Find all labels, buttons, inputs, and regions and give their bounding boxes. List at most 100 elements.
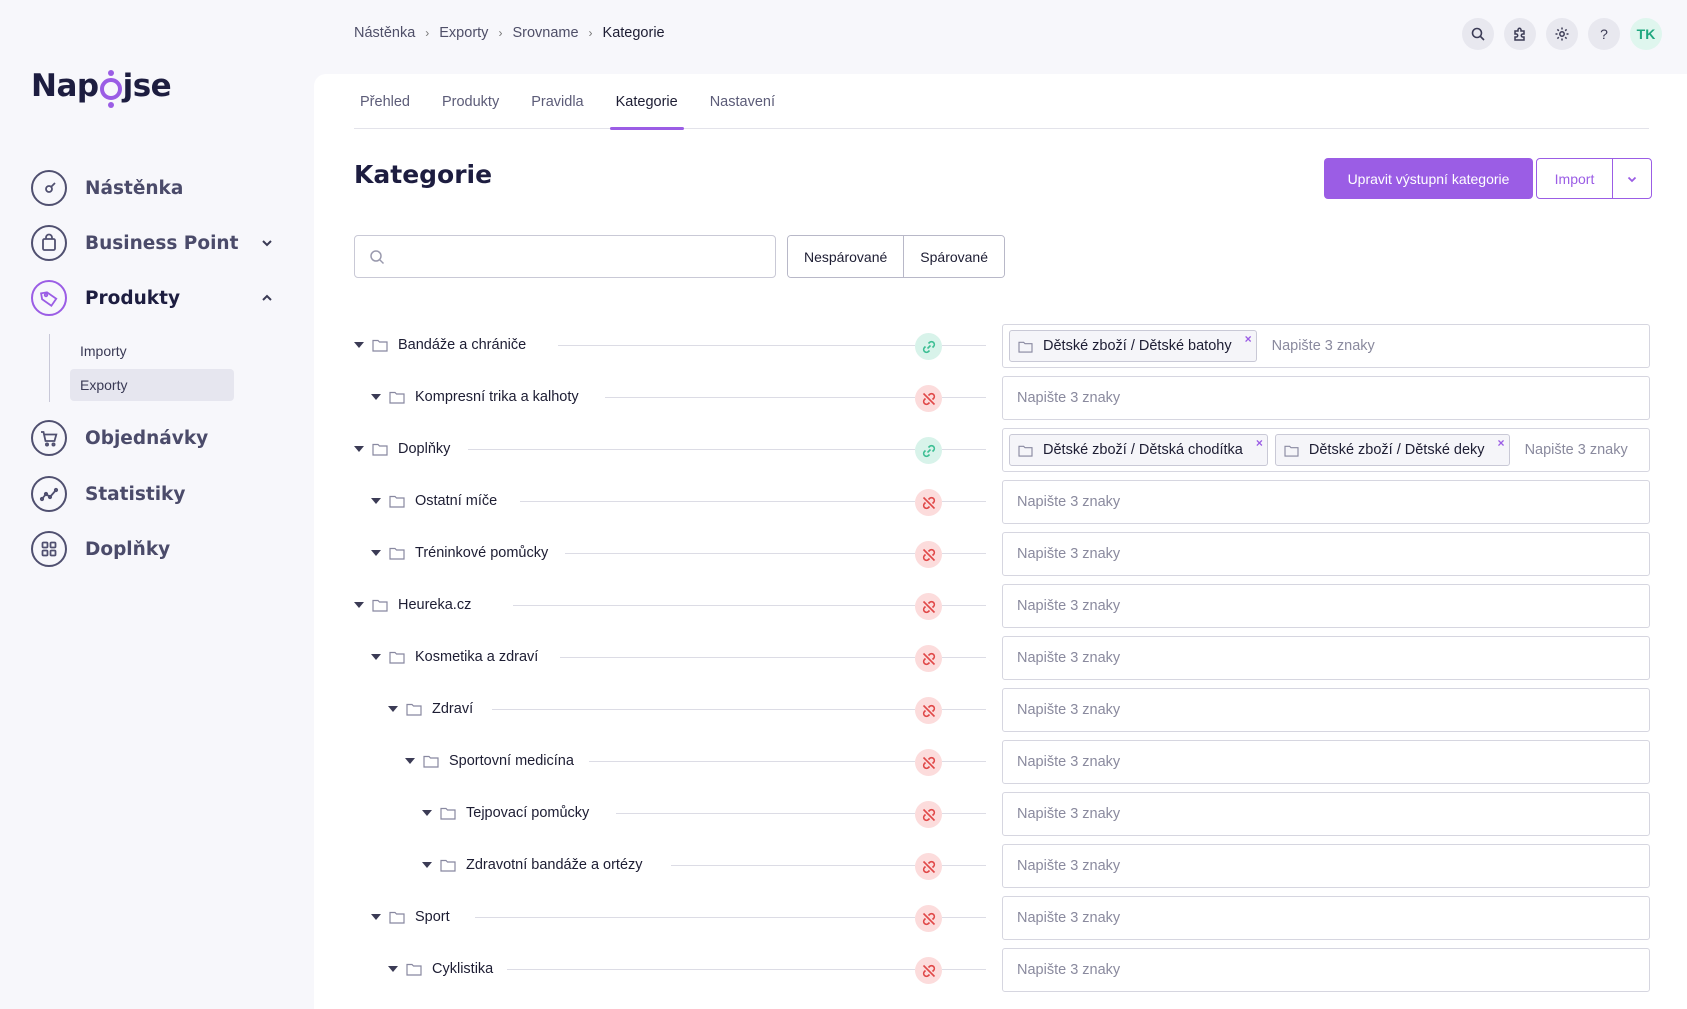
category-mapping-field[interactable] <box>1002 740 1650 784</box>
expand-caret-icon[interactable] <box>354 446 364 452</box>
chevron-down-icon[interactable] <box>258 234 276 252</box>
sidebar-subitem-imports[interactable]: Importy <box>70 335 234 367</box>
sidebar-item-dashboard[interactable]: Nástěnka <box>31 170 276 206</box>
folder-icon <box>389 650 405 664</box>
category-mapping-field[interactable] <box>1002 948 1650 992</box>
edit-output-categories-button[interactable]: Upravit výstupní kategorie <box>1324 158 1533 199</box>
connector-line <box>942 605 986 606</box>
folder-icon <box>372 598 388 612</box>
sidebar-item-statistics[interactable]: Statistiky <box>31 476 276 512</box>
folder-icon <box>1018 445 1033 457</box>
category-search-input[interactable] <box>1009 858 1649 874</box>
search-input[interactable] <box>395 248 775 265</box>
category-search-input[interactable] <box>1009 390 1649 406</box>
category-mapping-field[interactable] <box>1002 636 1650 680</box>
category-row: Doplňky Dětské zboží / Dětská chodítka × Dě… <box>354 428 1650 472</box>
mapped-category-chip: Dětské zboží / Dětské deky × <box>1274 434 1510 466</box>
remove-chip-icon[interactable]: × <box>1498 436 1505 450</box>
category-search-input[interactable] <box>1009 962 1649 978</box>
folder-icon <box>423 754 439 768</box>
tab-products[interactable]: Produkty <box>436 74 505 129</box>
gear-icon[interactable] <box>1546 18 1578 50</box>
category-search-input[interactable] <box>1009 598 1649 614</box>
help-icon[interactable]: ? <box>1588 18 1620 50</box>
remove-chip-icon[interactable]: × <box>1256 436 1263 450</box>
category-search-input[interactable] <box>1009 910 1649 926</box>
category-name: Cyklistika <box>432 961 506 977</box>
filter-unpaired-button[interactable]: Nespárované <box>788 236 904 277</box>
category-mapping-field[interactable] <box>1002 376 1650 420</box>
category-mapping-field[interactable] <box>1002 480 1650 524</box>
puzzle-icon[interactable] <box>1504 18 1536 50</box>
logo[interactable]: Nap jse <box>31 68 172 108</box>
sidebar-item-business-point[interactable]: Business Point <box>31 225 276 261</box>
import-button[interactable]: Import <box>1537 159 1613 198</box>
tab-overview[interactable]: Přehled <box>354 74 416 129</box>
category-search-input[interactable] <box>1009 806 1649 822</box>
sidebar-item-products[interactable]: Produkty <box>31 280 276 316</box>
tab-settings[interactable]: Nastavení <box>704 74 781 129</box>
tab-categories[interactable]: Kategorie <box>609 74 684 130</box>
connector-line <box>468 449 915 450</box>
sidebar-item-addons[interactable]: Doplňky <box>31 531 276 567</box>
expand-caret-icon[interactable] <box>405 758 415 764</box>
folder-icon <box>389 546 405 560</box>
category-mapping-field[interactable] <box>1002 584 1650 628</box>
category-mapping-field[interactable] <box>1002 792 1650 836</box>
category-row: Tejpovací pomůcky <box>354 792 1650 836</box>
expand-caret-icon[interactable] <box>371 394 381 400</box>
connector-line <box>560 657 915 658</box>
breadcrumb-dashboard[interactable]: Nástěnka <box>354 25 415 41</box>
sidebar-item-label: Produkty <box>85 287 181 309</box>
category-search-input[interactable] <box>1009 494 1649 510</box>
category-search-input[interactable] <box>1009 702 1649 718</box>
filter-paired-button[interactable]: Spárované <box>903 236 1004 277</box>
sidebar-item-label: Objednávky <box>85 427 209 449</box>
unlinked-status-icon <box>915 905 942 932</box>
breadcrumb-exports[interactable]: Exporty <box>439 25 488 41</box>
remove-chip-icon[interactable]: × <box>1245 332 1252 346</box>
category-mapping-field[interactable]: Dětské zboží / Dětské batohy × <box>1002 324 1650 368</box>
expand-caret-icon[interactable] <box>371 914 381 920</box>
category-mapping-field[interactable] <box>1002 688 1650 732</box>
connector-line <box>605 397 915 398</box>
search-icon[interactable] <box>1462 18 1494 50</box>
category-mapping-field[interactable] <box>1002 532 1650 576</box>
expand-caret-icon[interactable] <box>354 602 364 608</box>
category-row: Sportovní medicína <box>354 740 1650 784</box>
avatar[interactable]: TK <box>1630 18 1662 50</box>
import-dropdown-button[interactable] <box>1613 159 1651 198</box>
sidebar-item-label: Statistiky <box>85 483 186 505</box>
breadcrumb: Nástěnka › Exporty › Srovname › Kategori… <box>354 25 665 41</box>
sidebar-item-orders[interactable]: Objednávky <box>31 420 276 456</box>
category-row: Zdraví <box>354 688 1650 732</box>
category-mapping-field[interactable] <box>1002 896 1650 940</box>
category-search-input[interactable] <box>1009 754 1649 770</box>
category-search-input[interactable] <box>1009 650 1649 666</box>
expand-caret-icon[interactable] <box>422 810 432 816</box>
chevron-up-icon[interactable] <box>258 289 276 307</box>
category-search-input[interactable] <box>1263 338 1649 354</box>
expand-caret-icon[interactable] <box>371 498 381 504</box>
expand-caret-icon[interactable] <box>371 550 381 556</box>
category-row: Zdravotní bandáže a ortézy <box>354 844 1650 888</box>
expand-caret-icon[interactable] <box>422 862 432 868</box>
expand-caret-icon[interactable] <box>388 966 398 972</box>
breadcrumb-srovname[interactable]: Srovname <box>512 25 578 41</box>
sidebar-subitem-exports[interactable]: Exporty <box>70 369 234 401</box>
connector-line <box>942 501 986 502</box>
connector-line <box>942 345 986 346</box>
chevron-down-icon <box>1627 176 1637 182</box>
folder-icon <box>1284 445 1299 457</box>
line-chart-icon <box>31 476 67 512</box>
tab-rules[interactable]: Pravidla <box>525 74 589 129</box>
category-search-input[interactable] <box>1516 442 1649 458</box>
connector-line <box>942 865 986 866</box>
category-mapping-field[interactable] <box>1002 844 1650 888</box>
expand-caret-icon[interactable] <box>354 342 364 348</box>
expand-caret-icon[interactable] <box>388 706 398 712</box>
chevron-right-icon: › <box>425 26 430 40</box>
category-mapping-field[interactable]: Dětské zboží / Dětská chodítka × Dětské zb… <box>1002 428 1650 472</box>
expand-caret-icon[interactable] <box>371 654 381 660</box>
category-search-input[interactable] <box>1009 546 1649 562</box>
